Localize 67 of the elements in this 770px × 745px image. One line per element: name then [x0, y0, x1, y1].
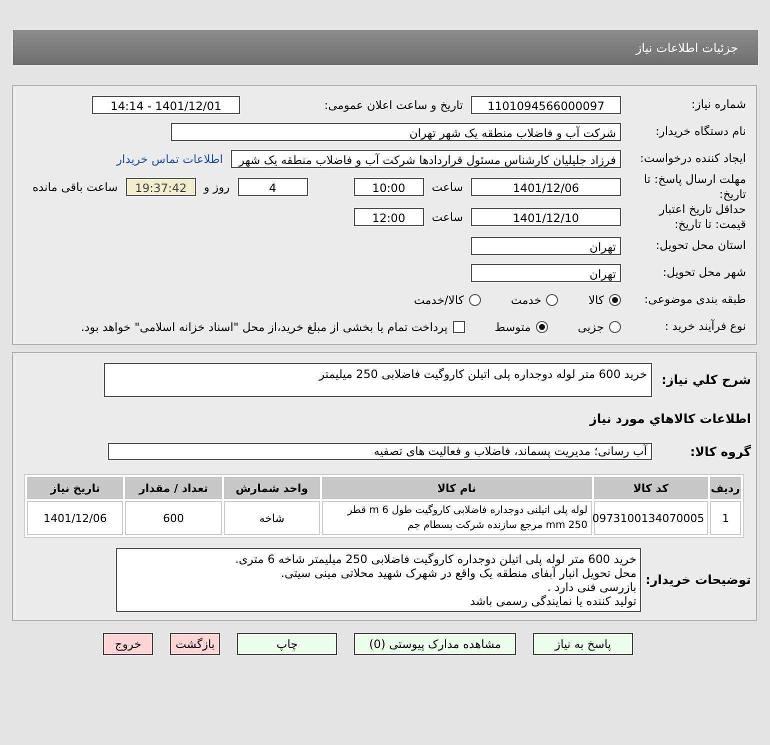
- remaining-time: 19:37:42: [126, 178, 196, 196]
- time-field[interactable]: 10:00: [354, 178, 424, 196]
- radio-option[interactable]: متوسط: [494, 320, 548, 334]
- input-field[interactable]: 1101094566000097: [471, 96, 621, 114]
- field-label: ایجاد کننده درخواست:: [639, 151, 746, 166]
- radio-icon[interactable]: [536, 320, 548, 332]
- column-header: واحد شمارش: [224, 477, 320, 499]
- field-label: تاریخ و ساعت اعلان عمومی:: [323, 98, 463, 112]
- field-label: مهلت ارسال پاسخ: تا تاریخ:: [642, 172, 746, 202]
- table-cell: 1401/12/06: [27, 501, 124, 535]
- note-line: تولید کننده یا نمایندگی رسمی باشد: [468, 594, 636, 608]
- field-label: ساعت: [432, 210, 463, 224]
- table-cell: 600: [125, 501, 222, 535]
- summary-field: خرید 600 متر لوله دوجداره پلی اتیلن کاروگیت فاضلابی 250 میلیمتر: [104, 363, 652, 397]
- field-label: شرح کلي نياز:: [660, 372, 751, 388]
- column-header: تعداد / مقدار: [125, 477, 222, 499]
- table-cell: 0973100134070005: [594, 501, 708, 535]
- radio-icon[interactable]: [609, 294, 621, 306]
- input-field[interactable]: تهران: [471, 236, 621, 254]
- input-field[interactable]: تهران: [471, 264, 621, 282]
- section-title: اطلاعات كالاهاي مورد نياز: [590, 411, 751, 427]
- field-label: شهر محل تحویل:: [662, 265, 746, 280]
- column-header: تاریخ نیاز: [27, 477, 124, 499]
- field-label: گروه کالا:: [689, 444, 751, 460]
- note-line: محل تحویل انبار آبفای منطقه یک واقع در شهرک شهید محلاتی مینی سیتی.: [280, 566, 636, 580]
- action-button[interactable]: بازگشت: [170, 633, 220, 655]
- date-field[interactable]: 1401/12/10: [471, 208, 621, 226]
- action-button[interactable]: پاسخ به نیاز: [533, 633, 633, 655]
- checkbox-icon[interactable]: [452, 320, 465, 332]
- days-field: 4: [238, 178, 308, 196]
- radio-option[interactable]: جزیی: [578, 320, 621, 334]
- field-label: نوع فرآیند خرید :: [664, 319, 746, 334]
- field-label: ساعت باقی مانده: [32, 180, 118, 194]
- radio-icon[interactable]: [609, 320, 621, 332]
- input-field[interactable]: شرکت آب و فاضلاب منطقه یک شهر تهران: [171, 122, 621, 140]
- field-label: نام دستگاه خریدار:: [654, 124, 746, 139]
- field-label: حداقل تاریخ اعتبار قیمت: تا تاریخ:: [658, 202, 746, 232]
- field-label: توضیحات خریدار:: [645, 572, 751, 588]
- radio-option[interactable]: کالا: [588, 292, 621, 306]
- checkbox-option[interactable]: پرداخت تمام یا بخشی از مبلغ خرید،از محل "اسناد خزانه اسلامی" خواهد بود.: [80, 320, 465, 334]
- column-header: کد کالا: [594, 477, 708, 499]
- table-cell: شاخه: [224, 501, 320, 535]
- action-button[interactable]: چاپ: [237, 633, 338, 655]
- field-label: روز و: [204, 180, 230, 194]
- field-label: شماره نیاز:: [690, 97, 746, 112]
- date-field[interactable]: 1401/12/06: [471, 178, 621, 196]
- input-field[interactable]: 1401/12/01 - 14:14: [92, 96, 240, 114]
- note-line: خرید 600 متر لوله پلی اتیلن دوجداره کاروگیت فاضلابی 250 میلیمتر شاخه 6 متری.: [234, 552, 636, 566]
- radio-icon[interactable]: [468, 294, 481, 306]
- action-button[interactable]: مشاهده مدارک پیوستی (0): [354, 633, 516, 655]
- field-label: استان محل تحویل:: [654, 238, 746, 253]
- field-label: ساعت: [432, 180, 463, 194]
- radio-option[interactable]: کالا/خدمت: [414, 292, 481, 306]
- input-field: آب رسانی؛ مدیریت پسماند، فاضلاب و فعالیت های تصفیه: [108, 443, 652, 460]
- radio-option[interactable]: خدمت: [510, 292, 558, 306]
- input-field[interactable]: فرزاد جلیلیان کارشناس مسئول قراردادها شرکت آب و فاضلاب منطقه یک شهر: [231, 150, 621, 168]
- column-header: نام کالا: [322, 477, 592, 499]
- table-cell: 1: [710, 501, 741, 535]
- action-button[interactable]: خروج: [103, 633, 154, 655]
- column-header: ردیف: [710, 477, 741, 499]
- field-label: طبقه بندی موضوعی:: [643, 292, 746, 307]
- radio-icon[interactable]: [546, 294, 558, 306]
- page-title: جزئیات اطلاعات نیاز: [636, 40, 738, 54]
- note-line: بازرسی فنی دارد .: [546, 580, 636, 594]
- contact-link[interactable]: اطلاعات تماس خریدار: [116, 152, 223, 166]
- time-field[interactable]: 12:00: [354, 208, 424, 226]
- table-cell: لوله پلی اتیلنی دوجداره فاضلابی کاروگیت طول 6 m قطر 250 mm مرجع سازنده شرکت بسطام جم: [322, 501, 592, 535]
